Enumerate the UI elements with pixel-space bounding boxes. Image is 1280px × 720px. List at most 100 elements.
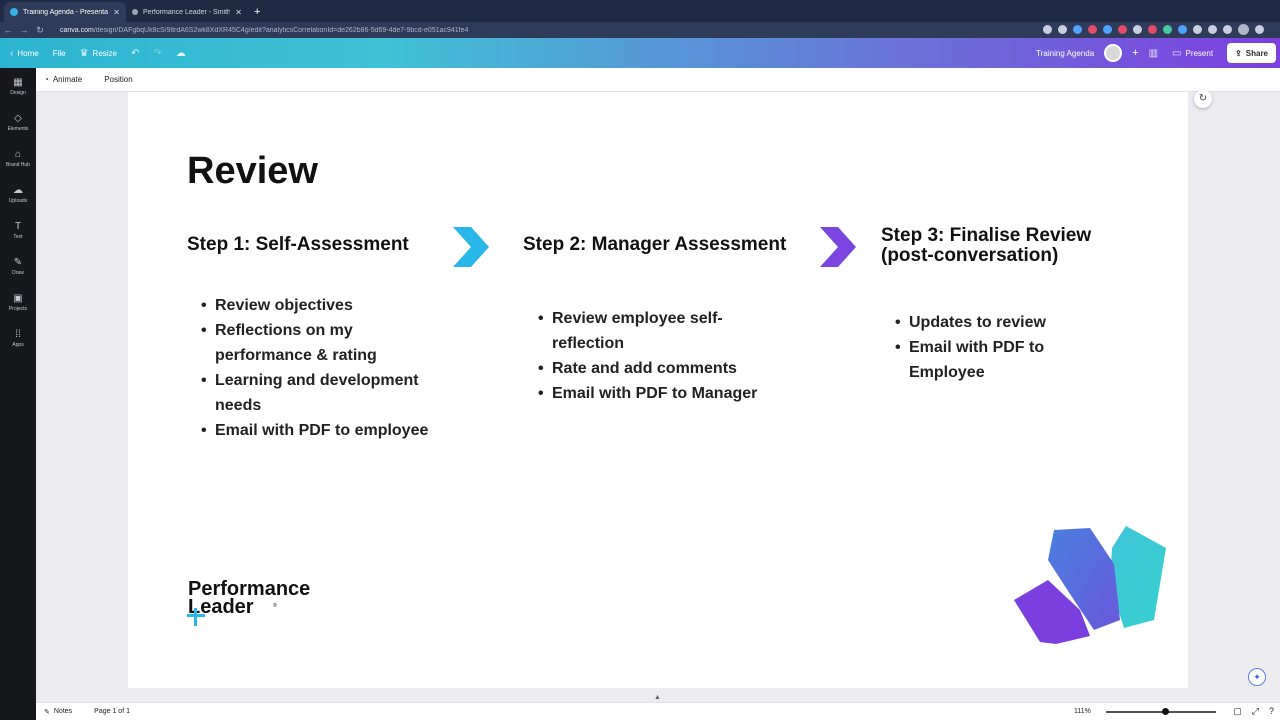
step-1-heading[interactable]: Step 1: Self-Assessment	[187, 235, 409, 255]
home-button[interactable]: ‹ Home	[10, 48, 39, 59]
share-label: Share	[1245, 48, 1268, 58]
design-icon: ▦	[13, 76, 23, 88]
step-3-heading[interactable]: Step 3: Finalise Review (post-conversati…	[881, 226, 1121, 266]
sidebar-item-elements[interactable]: ◇ Elements	[0, 104, 36, 140]
back-icon[interactable]: ←	[0, 25, 16, 35]
extension-icon[interactable]	[1163, 25, 1172, 34]
apps-icon: ⁞⁞	[15, 328, 21, 340]
list-item: Updates to review	[895, 310, 1095, 335]
share-icon[interactable]	[1043, 25, 1052, 34]
extension-icon[interactable]	[1148, 25, 1157, 34]
animate-button[interactable]: ◔ Animate	[44, 75, 82, 84]
position-button[interactable]: Position	[104, 75, 132, 84]
context-toolbar: ◔ Animate Position	[36, 68, 1280, 92]
browser-tab-performance-leader[interactable]: Performance Leader - Smith & ✕	[126, 2, 248, 22]
extension-icon[interactable]	[1118, 25, 1127, 34]
step-2-heading[interactable]: Step 2: Manager Assessment	[523, 235, 786, 255]
add-collaborator-icon[interactable]: +	[1132, 47, 1138, 59]
redo-icon: ↷	[153, 47, 162, 59]
close-tab-icon[interactable]: ✕	[235, 8, 242, 17]
slide-title[interactable]: Review	[187, 150, 318, 193]
extension-icon[interactable]	[1073, 25, 1082, 34]
present-button[interactable]: ▭ Present	[1168, 48, 1217, 59]
animate-label: Animate	[52, 75, 83, 84]
zoom-level[interactable]: 111%	[1074, 708, 1091, 715]
insights-chart-icon[interactable]: ▥	[1149, 48, 1158, 59]
home-label: Home	[17, 48, 39, 58]
text-icon: T	[14, 220, 22, 232]
expand-pages-handle-icon[interactable]: ▲	[654, 694, 661, 701]
notes-button[interactable]: ✎ Notes	[44, 708, 72, 716]
list-item: Review objectives	[201, 293, 451, 318]
sidebar-item-brand-hub[interactable]: ⌂ Brand Hub	[0, 140, 36, 176]
list-item: Email with PDF to Manager	[538, 381, 778, 406]
projects-icon: ▣	[13, 292, 23, 304]
registered-mark-icon: ®	[273, 603, 277, 609]
forward-icon[interactable]: →	[16, 25, 32, 35]
bottom-bar: ✎ Notes Page 1 of 1 111% ▢ ⤢ ?	[36, 702, 1280, 720]
list-item: Review employee self-reflection	[538, 306, 778, 356]
document-title[interactable]: Training Agenda	[1036, 49, 1094, 58]
menu-dots-icon[interactable]	[1255, 25, 1264, 34]
tab-title: Training Agenda - Presentation	[23, 8, 108, 16]
sidebar-item-text[interactable]: T Text	[0, 212, 36, 248]
help-icon[interactable]: ?	[1269, 706, 1274, 717]
list-item: Learning and development needs	[201, 368, 451, 418]
sidebar-item-draw[interactable]: ✎ Draw	[0, 248, 36, 284]
performance-leader-logo[interactable]: Performance Leader	[188, 579, 310, 617]
step-3-bullets[interactable]: Updates to review Email with PDF to Empl…	[895, 310, 1095, 385]
url-host: canva.com	[60, 26, 94, 34]
list-item: Reflections on my performance & rating	[201, 318, 451, 368]
sidebar-item-apps[interactable]: ⁞⁞ Apps	[0, 320, 36, 356]
sidebar-item-label: Elements	[7, 125, 29, 132]
undo-icon: ↶	[131, 47, 140, 59]
url-field[interactable]: canva.com/design/DAFgbqUk8cS/9ltrdA6S2wk…	[60, 27, 660, 34]
share-button[interactable]: ⇪ Share	[1227, 43, 1276, 63]
sidebar-item-design[interactable]: ▦ Design	[0, 68, 36, 104]
chevron-1-shape	[453, 227, 489, 267]
undo-button[interactable]: ↶	[131, 48, 139, 59]
fullscreen-icon[interactable]: ⤢	[1252, 706, 1259, 717]
file-menu-button[interactable]: File	[53, 49, 66, 58]
sidebar-item-label: Projects	[8, 305, 28, 312]
list-item: Rate and add comments	[538, 356, 778, 381]
profile-avatar-icon[interactable]	[1238, 24, 1249, 35]
chevron-arrow-2[interactable]	[820, 227, 858, 267]
loading-favicon-icon	[132, 9, 138, 15]
chevron-left-icon: ‹	[10, 47, 14, 59]
step-1-bullets[interactable]: Review objectives Reflections on my perf…	[201, 293, 451, 443]
notes-label: Notes	[53, 708, 73, 715]
reload-icon[interactable]: ↻	[32, 25, 48, 36]
resize-button[interactable]: ♛ Resize	[80, 48, 117, 59]
sidebar-item-uploads[interactable]: ☁ Uploads	[0, 176, 36, 212]
canva-toolbar: ‹ Home File ♛ Resize ↶ ↷ ☁ Training Agen…	[0, 38, 1280, 68]
magic-assistant-icon[interactable]: ✦	[1248, 668, 1266, 686]
save-status-button[interactable]: ☁	[176, 48, 186, 59]
sidebar-item-projects[interactable]: ▣ Projects	[0, 284, 36, 320]
page-grid-icon[interactable]: ▢	[1233, 706, 1242, 717]
extension-icon[interactable]	[1088, 25, 1097, 34]
position-label: Position	[104, 75, 133, 84]
close-tab-icon[interactable]: ✕	[113, 8, 120, 17]
address-bar: ← → ↻ canva.com/design/DAFgbqUk8cS/9ltrd…	[0, 22, 1280, 38]
decorative-shapes[interactable]	[1014, 524, 1166, 646]
extension-icon[interactable]	[1133, 25, 1142, 34]
extension-icon[interactable]	[1103, 25, 1112, 34]
zoom-slider-handle[interactable]	[1162, 708, 1169, 715]
step-2-bullets[interactable]: Review employee self-reflection Rate and…	[538, 306, 778, 406]
chevron-arrow-1[interactable]	[453, 227, 491, 267]
extensions-puzzle-icon[interactable]	[1193, 25, 1202, 34]
side-panel-icon[interactable]	[1223, 25, 1232, 34]
new-tab-icon[interactable]: +	[254, 6, 260, 18]
zoom-slider[interactable]	[1106, 711, 1216, 713]
refresh-icon[interactable]: ↻	[1194, 90, 1212, 108]
crown-icon: ♛	[79, 47, 89, 59]
browser-tab-training-agenda[interactable]: Training Agenda - Presentation ✕	[4, 2, 126, 22]
slide-page[interactable]: Review Step 1: Self-Assessment Step 2: M…	[128, 92, 1188, 688]
bookmark-star-icon[interactable]	[1058, 25, 1067, 34]
extension-icon[interactable]	[1178, 25, 1187, 34]
page-indicator[interactable]: Page 1 of 1	[94, 708, 130, 715]
reading-list-icon[interactable]	[1208, 25, 1217, 34]
redo-button[interactable]: ↷	[153, 48, 161, 59]
user-avatar[interactable]	[1104, 44, 1123, 62]
